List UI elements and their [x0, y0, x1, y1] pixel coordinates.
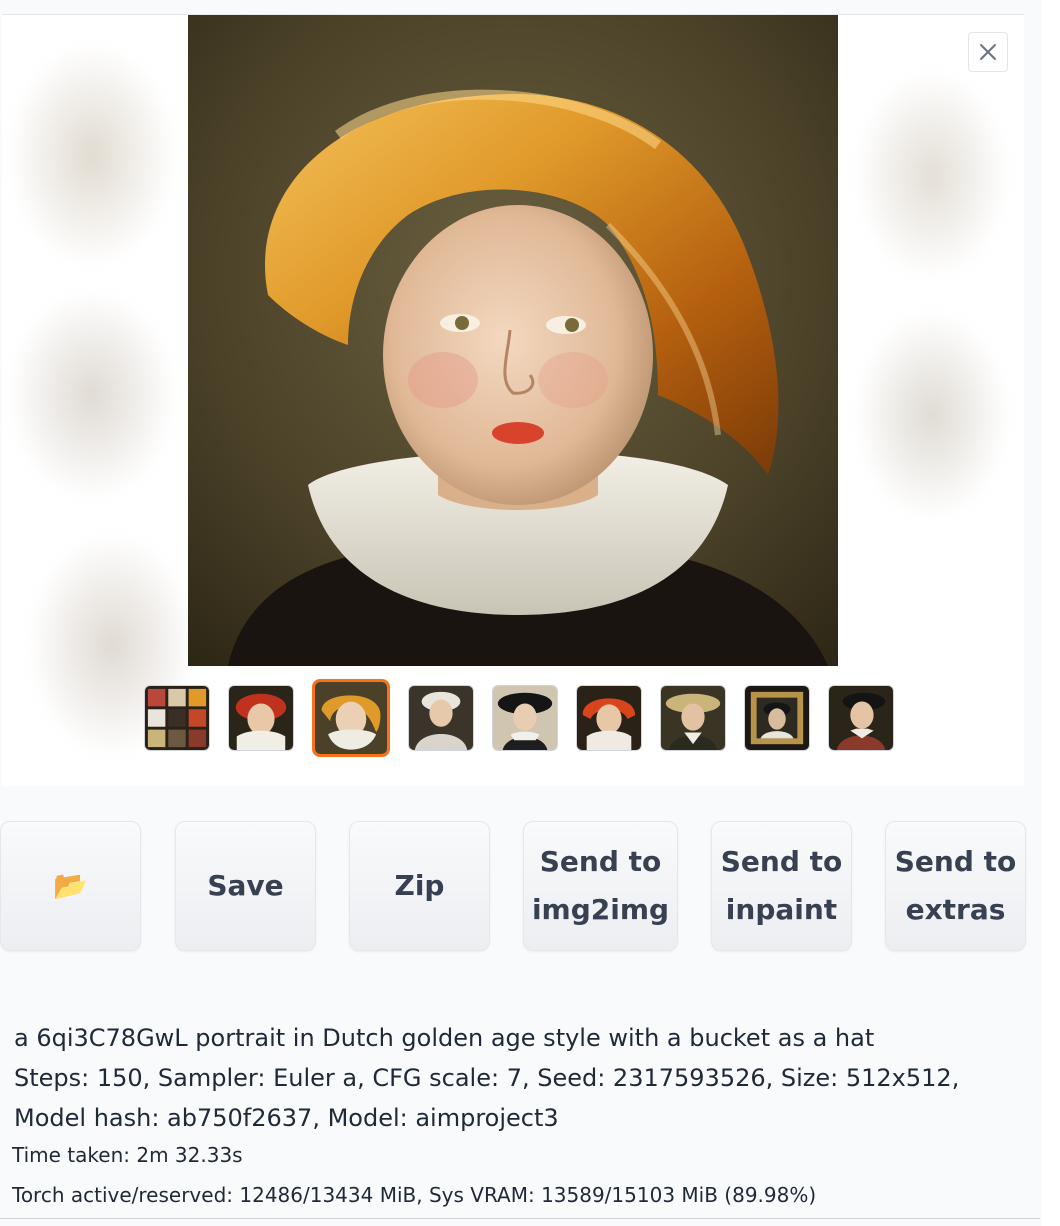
save-label: Save — [207, 869, 284, 902]
thumb-gold-bonnet[interactable] — [312, 679, 390, 757]
close-button[interactable] — [968, 32, 1008, 72]
thumb-red-hat[interactable] — [228, 685, 294, 751]
thumb-dark-hat[interactable] — [828, 685, 894, 751]
prompt-text: a 6qi3C78GwL portrait in Dutch golden ag… — [14, 1024, 875, 1052]
time-taken: Time taken: 2m 32.33s — [12, 1143, 243, 1167]
zip-label: Zip — [394, 869, 445, 902]
main-preview-image[interactable] — [188, 15, 838, 666]
thumb-white-cap[interactable] — [408, 685, 474, 751]
thumb-straw-hat[interactable] — [660, 685, 726, 751]
send-to-inpaint-button[interactable]: Send to inpaint — [711, 821, 852, 951]
zip-button[interactable]: Zip — [349, 821, 490, 951]
divider — [0, 1218, 1040, 1219]
save-button[interactable]: Save — [175, 821, 316, 951]
folder-icon: 📂 — [53, 869, 88, 902]
close-icon — [980, 44, 996, 60]
generation-params: Steps: 150, Sampler: Euler a, CFG scale:… — [14, 1064, 960, 1132]
send-to-extras-button[interactable]: Send to extras — [885, 821, 1026, 951]
generation-info: a 6qi3C78GwL portrait in Dutch golden ag… — [14, 1018, 1004, 1138]
send-to-img2img-button[interactable]: Send to img2img — [523, 821, 678, 951]
image-gallery — [2, 14, 1024, 786]
vram-usage: Torch active/reserved: 12486/13434 MiB, … — [12, 1183, 817, 1207]
page-edge — [1042, 0, 1060, 1226]
thumb-black-hat[interactable] — [492, 685, 558, 751]
thumb-grid[interactable] — [144, 685, 210, 751]
page: 📂 Save Zip Send to img2img Send to inpai… — [0, 0, 1060, 1226]
send-to-img2img-label: Send to img2img — [531, 845, 670, 926]
send-to-extras-label: Send to extras — [894, 845, 1017, 926]
open-folder-button[interactable]: 📂 — [0, 821, 141, 951]
thumb-framed[interactable] — [744, 685, 810, 751]
thumb-red-scarf[interactable] — [576, 685, 642, 751]
send-to-inpaint-label: Send to inpaint — [720, 845, 843, 926]
thumbnail-strip — [144, 679, 894, 757]
